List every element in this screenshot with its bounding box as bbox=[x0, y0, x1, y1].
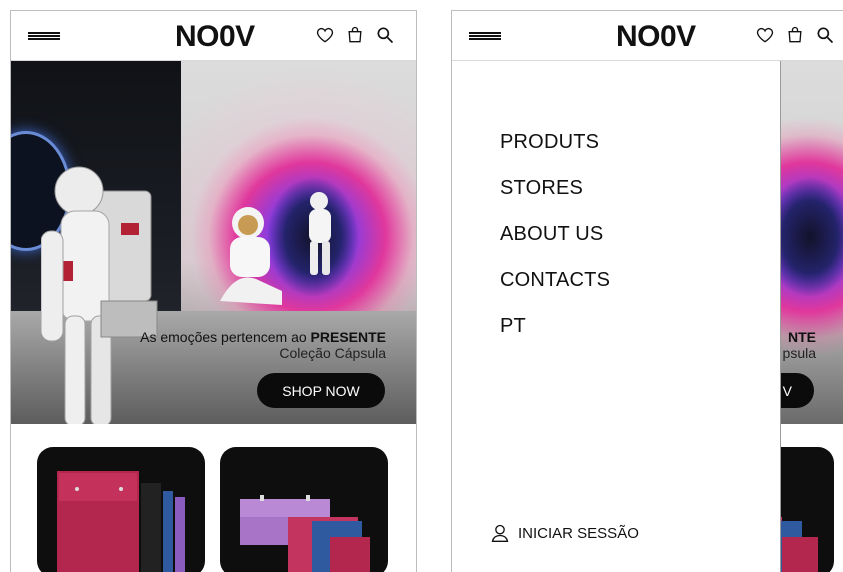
heart-icon[interactable] bbox=[755, 25, 775, 45]
menu-item-contacts[interactable]: CONTACTS bbox=[500, 269, 610, 315]
login-link[interactable]: INICIAR SESSÃO bbox=[490, 523, 639, 543]
site-header: NO0V bbox=[11, 11, 416, 61]
hero-text: NTE psula bbox=[783, 329, 816, 361]
hero-banner[interactable]: As emoções pertencem ao PRESENTE Coleção… bbox=[11, 61, 416, 424]
menu-item-stores[interactable]: STORES bbox=[500, 177, 610, 223]
search-icon[interactable] bbox=[815, 25, 835, 45]
header-actions bbox=[315, 25, 395, 45]
brand-logo[interactable]: NO0V bbox=[616, 20, 696, 54]
product-image bbox=[57, 471, 185, 572]
header-actions bbox=[755, 25, 835, 45]
menu-item-language[interactable]: PT bbox=[500, 315, 610, 361]
hero-title: NTE bbox=[788, 329, 816, 345]
search-icon[interactable] bbox=[375, 25, 395, 45]
menu-item-products[interactable]: PRODUTS bbox=[500, 131, 610, 177]
hero-subtitle: Coleção Cápsula bbox=[279, 345, 386, 361]
hero-subtitle: psula bbox=[782, 345, 816, 361]
sitting-astronaut-image bbox=[220, 207, 282, 305]
user-icon bbox=[491, 524, 509, 542]
site-header: NO0V bbox=[452, 11, 843, 61]
menu-icon[interactable] bbox=[28, 27, 60, 45]
menu-icon[interactable] bbox=[469, 27, 501, 45]
login-label: INICIAR SESSÃO bbox=[518, 524, 639, 542]
menu-open-screen: NO0V NTE psula V PRODUTS STORES ABOUT US… bbox=[451, 10, 843, 572]
floating-astronaut-image bbox=[309, 192, 331, 275]
product-card[interactable] bbox=[220, 447, 388, 572]
navigation-drawer: PRODUTS STORES ABOUT US CONTACTS PT INIC… bbox=[452, 61, 781, 572]
shop-now-button[interactable]: SHOP NOW bbox=[257, 373, 385, 408]
home-screen: NO0V As emoções pertencem ao PRESENTE Co… bbox=[10, 10, 417, 572]
astronaut-image bbox=[41, 166, 158, 424]
hero-title: As emoções pertencem ao PRESENTE bbox=[140, 329, 386, 345]
menu-item-about-us[interactable]: ABOUT US bbox=[500, 223, 610, 269]
product-image bbox=[240, 495, 370, 572]
product-grid bbox=[11, 424, 416, 572]
shopping-bag-icon[interactable] bbox=[785, 25, 805, 45]
hero-text: As emoções pertencem ao PRESENTE Coleção… bbox=[140, 329, 386, 361]
shopping-bag-icon[interactable] bbox=[345, 25, 365, 45]
product-card[interactable] bbox=[37, 447, 205, 572]
heart-icon[interactable] bbox=[315, 25, 335, 45]
brand-logo[interactable]: NO0V bbox=[175, 20, 255, 54]
menu-list: PRODUTS STORES ABOUT US CONTACTS PT bbox=[500, 131, 610, 361]
